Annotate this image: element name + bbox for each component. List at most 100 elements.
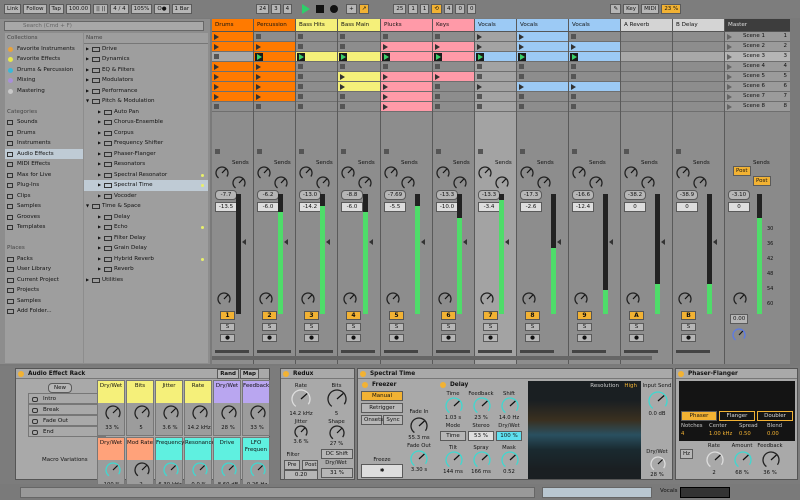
macro-knob[interactable] [163, 462, 179, 478]
clip-slot-empty[interactable] [296, 92, 337, 102]
pan-knob[interactable] [386, 292, 400, 306]
track-activator-icon[interactable] [384, 149, 389, 154]
clip-stop-icon[interactable] [383, 64, 388, 69]
clip-slot-empty[interactable] [433, 32, 474, 42]
solo-button[interactable]: S [577, 323, 592, 331]
crossfade-assign[interactable] [436, 350, 470, 353]
spread-value[interactable]: 0.50 [739, 431, 751, 437]
place-item[interactable]: Add Folder... [5, 306, 83, 317]
category-drums[interactable]: Drums [5, 128, 83, 139]
scene-launch[interactable]: Scene 5 5 [725, 72, 790, 82]
clip-slot-empty[interactable] [673, 72, 724, 82]
track-activator-button[interactable]: 5 [389, 311, 404, 320]
disclosure-triangle-icon[interactable]: ▶ [86, 44, 89, 55]
metronome-button[interactable]: O● [154, 4, 170, 14]
browser-item[interactable]: ▶ Vocoder [84, 191, 208, 202]
disclosure-triangle-icon[interactable]: ▶ [86, 75, 89, 86]
dc-shift-button[interactable]: DC Shift [321, 449, 353, 459]
zoom-field[interactable]: 105% [130, 4, 153, 14]
clip-slot-empty[interactable] [475, 72, 516, 82]
disclosure-triangle-icon[interactable]: ▶ [98, 180, 101, 191]
send-b-knob[interactable] [274, 176, 288, 190]
clip-play-icon[interactable] [383, 84, 388, 90]
volume-fader-icon[interactable] [557, 239, 561, 245]
track-activator-icon[interactable] [572, 149, 577, 154]
disclosure-triangle-icon[interactable]: ▶ [98, 222, 101, 233]
clip-slot-clip[interactable] [569, 82, 620, 92]
clip-slot-clip[interactable] [381, 102, 432, 112]
drywet-knob[interactable] [650, 456, 666, 472]
clip-slot-empty[interactable] [433, 92, 474, 102]
clip-stop-icon[interactable] [519, 94, 524, 99]
crossfade-assign[interactable] [520, 350, 554, 353]
follow-button[interactable]: Follow [23, 4, 47, 14]
clip-slot-empty[interactable] [254, 102, 295, 112]
browser-item[interactable]: ▶ Dynamics [84, 54, 208, 65]
clip-slot-clip[interactable] [212, 42, 253, 52]
loop-start-bars[interactable]: 25 [393, 4, 407, 14]
browser-item[interactable]: ▶ Phaser-Flanger [84, 149, 208, 160]
arm-button[interactable]: ● [262, 334, 277, 342]
clip-slot-empty[interactable] [381, 62, 432, 72]
shift-knob[interactable] [501, 397, 519, 415]
volume-field[interactable]: 0 [728, 202, 750, 212]
solo-button[interactable]: S [441, 323, 456, 331]
pan-knob[interactable] [480, 292, 494, 306]
clip-stop-icon[interactable] [435, 104, 440, 109]
clip-slot-clip[interactable] [212, 92, 253, 102]
disclosure-triangle-icon[interactable]: ▶ [98, 233, 101, 244]
clip-slot-clip[interactable] [433, 72, 474, 82]
nudge-buttons[interactable]: || || [93, 4, 109, 14]
clip-slot-clip[interactable] [517, 82, 568, 92]
browser-item[interactable]: ▶ Hybrid Reverb [84, 254, 208, 265]
solo-button[interactable]: S [262, 323, 277, 331]
crossfade-assign[interactable] [299, 350, 333, 353]
arm-button[interactable]: ● [441, 334, 456, 342]
send-b-knob[interactable] [495, 176, 509, 190]
mode-phaser[interactable]: Phaser [681, 411, 717, 421]
scene-play-icon[interactable] [727, 84, 732, 90]
track-activator-button[interactable]: 2 [262, 311, 277, 320]
notches-value[interactable]: 4 [681, 431, 684, 437]
clip-play-icon[interactable] [477, 44, 482, 50]
clip-stop-icon[interactable] [340, 34, 345, 39]
master-pan-knob[interactable] [733, 292, 747, 306]
clip-play-icon[interactable] [214, 64, 219, 70]
clip-slot-empty[interactable] [433, 102, 474, 112]
clip-slot-clip[interactable] [381, 72, 432, 82]
clip-slot-empty[interactable] [338, 62, 380, 72]
mode-doubler[interactable]: Doubler [757, 411, 793, 421]
clip-slot-empty[interactable] [621, 102, 672, 112]
pan-knob[interactable] [259, 292, 273, 306]
clip-slot-empty[interactable] [517, 72, 568, 82]
clip-stop-icon[interactable] [519, 74, 524, 79]
send-a-knob[interactable] [624, 166, 638, 180]
crossfade-assign[interactable] [384, 350, 418, 353]
pan-knob[interactable] [574, 292, 588, 306]
macro-variation[interactable]: Fade Out▶ [28, 415, 106, 426]
track-activator-icon[interactable] [520, 149, 525, 154]
macro-variation[interactable]: Intro▶ [28, 393, 106, 404]
macro-variation[interactable]: End▶ [28, 426, 106, 437]
draw-mode-button[interactable]: ✎ [610, 4, 622, 14]
clip-slot-empty[interactable] [621, 92, 672, 102]
clip-stop-icon[interactable] [298, 64, 303, 69]
macro-control[interactable]: Feedback 33 % [242, 380, 270, 436]
midi-map-button[interactable]: MIDI [641, 4, 660, 14]
send-a-knob[interactable] [341, 166, 355, 180]
clip-slot-empty[interactable] [673, 52, 724, 62]
disclosure-triangle-icon[interactable]: ▶ [98, 243, 101, 254]
send-b-knob[interactable] [693, 176, 707, 190]
disclosure-triangle-icon[interactable]: ▶ [86, 86, 89, 97]
send-a-knob[interactable] [436, 166, 450, 180]
collection-item[interactable]: Favorite Effects [5, 54, 83, 65]
cue-volume[interactable]: 0.00 [730, 314, 748, 324]
center-value[interactable]: 1.00 kHz [709, 431, 732, 437]
clip-slot-empty[interactable] [475, 102, 516, 112]
clip-slot-clip[interactable] [254, 72, 295, 82]
clip-slot-empty[interactable] [296, 82, 337, 92]
filter-value[interactable]: 0.20 [284, 470, 318, 480]
macro-knob[interactable] [221, 405, 237, 421]
arm-button[interactable]: ● [681, 334, 696, 342]
macro-knob[interactable] [192, 462, 208, 478]
